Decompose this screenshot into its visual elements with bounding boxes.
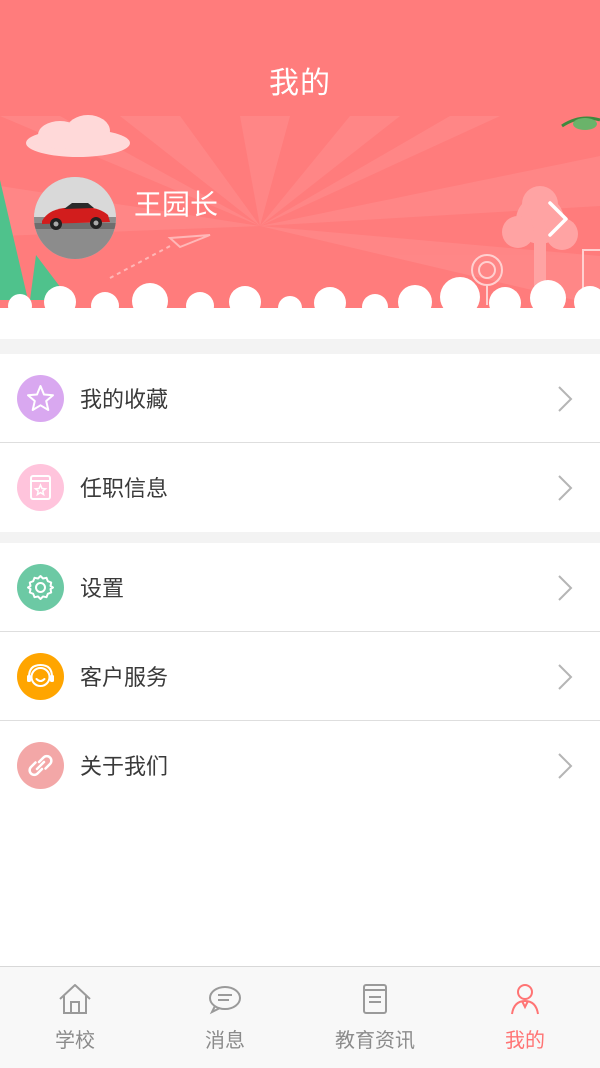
tab-mine[interactable]: 我的 [450, 967, 600, 1068]
chevron-right-icon[interactable] [540, 197, 574, 241]
home-icon [59, 984, 91, 1014]
menu-item-favorites[interactable]: 我的收藏 [0, 354, 600, 443]
customer-service-icon [17, 653, 64, 700]
chevron-right-icon [558, 386, 573, 412]
star-icon [17, 375, 64, 422]
chevron-right-icon [558, 475, 573, 501]
avatar[interactable] [34, 177, 116, 259]
id-card-icon [17, 464, 64, 511]
chevron-right-icon [558, 753, 573, 779]
tab-school[interactable]: 学校 [0, 967, 150, 1068]
tab-label: 我的 [505, 1028, 545, 1052]
document-icon [363, 984, 387, 1014]
section-separator [0, 339, 600, 354]
profile-header: 我的 王园长 [0, 0, 600, 340]
tab-education-news[interactable]: 教育资讯 [300, 967, 450, 1068]
bottom-tab-bar: 学校 消息 教育资讯 我的 [0, 966, 600, 1068]
menu-item-label: 我的收藏 [80, 388, 169, 413]
tab-label: 消息 [205, 1028, 245, 1052]
menu-item-customer-service[interactable]: 客户服务 [0, 632, 600, 721]
chevron-right-icon [558, 575, 573, 601]
menu-item-settings[interactable]: 设置 [0, 543, 600, 632]
page-title: 我的 [269, 66, 331, 101]
tab-label: 学校 [55, 1028, 95, 1052]
menu-item-label: 关于我们 [80, 755, 169, 780]
tab-messages[interactable]: 消息 [150, 967, 300, 1068]
tab-label: 教育资讯 [335, 1028, 415, 1052]
red-sports-car-photo [34, 177, 116, 259]
menu-item-employment-info[interactable]: 任职信息 [0, 443, 600, 532]
gear-icon [17, 564, 64, 611]
profile-row[interactable]: 王园长 [0, 175, 600, 265]
chevron-right-icon [558, 664, 573, 690]
menu-item-about-us[interactable]: 关于我们 [0, 721, 600, 810]
person-icon [511, 984, 539, 1015]
section-separator [0, 532, 600, 543]
menu-item-label: 任职信息 [80, 477, 169, 502]
user-name: 王园长 [134, 188, 219, 221]
chat-bubble-icon [209, 986, 241, 1015]
header-scenery-decoration [0, 115, 600, 340]
menu-item-label: 客户服务 [80, 666, 169, 691]
link-icon [17, 742, 64, 789]
menu-item-label: 设置 [80, 577, 125, 602]
